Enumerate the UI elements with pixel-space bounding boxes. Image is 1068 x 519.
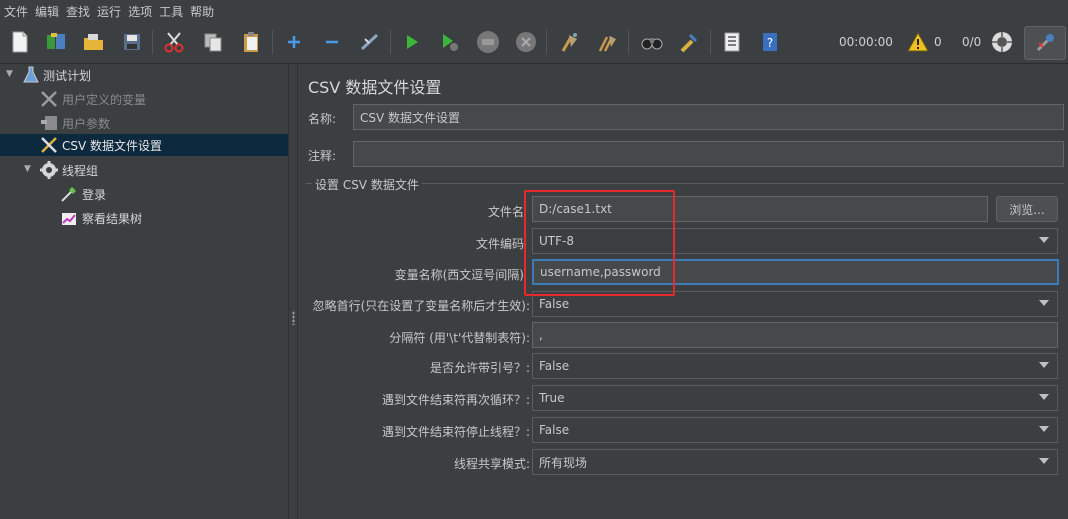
comment-label: 注释: <box>308 149 337 163</box>
page-title: CSV 数据文件设置 <box>308 78 442 97</box>
delimiter-label: 分隔符 (用'\t'代替制表符): <box>389 331 530 345</box>
recycle-on-eof-select[interactable]: True <box>532 385 1058 411</box>
chevron-down-icon[interactable] <box>1039 458 1049 464</box>
tools-icon <box>40 90 58 108</box>
function-helper-icon[interactable] <box>720 30 744 54</box>
delimiter-input[interactable]: , <box>532 322 1058 348</box>
menu-bar: 文件 编辑 查找 运行 选项 工具 帮助 <box>0 0 1068 22</box>
collapse-icon[interactable] <box>320 30 344 54</box>
shutdown-icon[interactable] <box>514 30 538 54</box>
menu-run[interactable]: 运行 <box>97 3 121 20</box>
tree-item-user-defined-variables[interactable]: 用户定义的变量 <box>0 88 288 110</box>
chevron-down-icon[interactable] <box>1039 426 1049 432</box>
annotation-highlight-box <box>524 190 675 296</box>
clear-icon[interactable] <box>558 30 582 54</box>
ignore-first-line-value: False <box>539 297 570 311</box>
pipette-icon <box>60 185 78 203</box>
menu-tools[interactable]: 工具 <box>159 3 183 20</box>
chart-icon <box>60 209 78 227</box>
stop-thread-on-eof-label: 遇到文件结束符停止线程？: <box>381 425 530 439</box>
menu-edit[interactable]: 编辑 <box>35 3 59 20</box>
toggle-icon[interactable] <box>358 30 382 54</box>
active-threads: 0/0 <box>962 35 982 49</box>
allow-quoted-value: False <box>539 359 570 373</box>
chevron-down-icon[interactable] <box>1039 237 1049 243</box>
recycle-on-eof-label: 遇到文件结束符再次循环？: <box>381 393 530 407</box>
menu-file[interactable]: 文件 <box>4 3 28 20</box>
templates-icon[interactable] <box>44 30 68 54</box>
filename-label: 文件名 <box>487 205 524 219</box>
comment-input[interactable] <box>353 141 1064 167</box>
tree-item-view-results-tree[interactable]: 察看结果树 <box>0 207 288 229</box>
search-binoculars-icon[interactable] <box>640 30 664 54</box>
gear-icon <box>40 161 58 179</box>
elapsed-timer: 00:00:00 <box>839 35 893 49</box>
csv-config-panel: CSV 数据文件设置 名称: CSV 数据文件设置 注释: 设置 CSV 数据文… <box>298 64 1068 519</box>
group-border <box>306 183 312 184</box>
menu-options[interactable]: 选项 <box>128 3 152 20</box>
chevron-down-icon[interactable] <box>1039 300 1049 306</box>
recycle-on-eof-value: True <box>539 391 565 405</box>
tools-icon <box>40 136 58 154</box>
test-plan-flask-icon <box>22 66 40 84</box>
tree-item-user-parameters[interactable]: 用户参数 <box>0 112 288 134</box>
stop-icon[interactable] <box>476 30 500 54</box>
expand-icon[interactable] <box>282 30 306 54</box>
tree-item-thread-group[interactable]: ▼ 线程组 <box>0 159 288 181</box>
open-icon[interactable] <box>82 30 106 54</box>
copy-icon[interactable] <box>201 30 225 54</box>
reset-search-icon[interactable] <box>677 30 701 54</box>
file-encoding-label: 文件编码 <box>475 237 524 251</box>
remote-icon[interactable] <box>990 30 1014 54</box>
name-label: 名称: <box>308 112 337 126</box>
paste-icon[interactable] <box>239 30 263 54</box>
new-icon[interactable] <box>8 30 32 54</box>
drag-grip-icon[interactable] <box>292 311 295 325</box>
log-viewer-button[interactable] <box>1024 26 1066 60</box>
expand-arrow-icon[interactable]: ▼ <box>6 69 13 79</box>
ignore-first-line-label: 忽略首行(只在设置了变量名称后才生效): <box>312 299 530 313</box>
svg-text:?: ? <box>767 36 773 50</box>
test-plan-tree: ▼ 测试计划 用户定义的变量 用户参数 CSV 数据文件设置 ▼ 线程组 登录 <box>0 64 288 519</box>
help-icon[interactable]: ? <box>758 30 782 54</box>
chevron-down-icon[interactable] <box>1039 362 1049 368</box>
sharing-mode-select[interactable]: 所有现场 <box>532 449 1058 475</box>
sharing-mode-value: 所有现场 <box>539 455 588 470</box>
start-no-pause-icon[interactable] <box>438 30 462 54</box>
toolbar: ? 00:00:00 0 0/0 <box>0 22 1068 64</box>
save-icon[interactable] <box>120 30 144 54</box>
preprocessor-icon <box>40 114 58 132</box>
start-icon[interactable] <box>400 30 424 54</box>
split-pane-divider[interactable] <box>288 64 298 519</box>
menu-help[interactable]: 帮助 <box>190 3 214 20</box>
clear-all-icon[interactable] <box>596 30 620 54</box>
cut-icon[interactable] <box>162 30 186 54</box>
tree-item-test-plan[interactable]: ▼ 测试计划 <box>0 64 288 86</box>
menu-search[interactable]: 查找 <box>66 3 90 20</box>
browse-button[interactable]: 浏览... <box>996 196 1058 222</box>
group-border <box>422 183 1064 184</box>
tree-item-login-sampler[interactable]: 登录 <box>0 183 288 205</box>
expand-arrow-icon[interactable]: ▼ <box>24 164 31 174</box>
warning-icon[interactable] <box>906 30 930 54</box>
allow-quoted-label: 是否允许带引号？: <box>429 361 530 375</box>
sharing-mode-label: 线程共享模式: <box>453 457 530 471</box>
allow-quoted-select[interactable]: False <box>532 353 1058 379</box>
stop-thread-on-eof-value: False <box>539 423 570 437</box>
variable-names-label: 变量名称(西文逗号间隔) <box>394 268 524 282</box>
chevron-down-icon[interactable] <box>1039 394 1049 400</box>
warning-count: 0 <box>934 35 942 49</box>
stop-thread-on-eof-select[interactable]: False <box>532 417 1058 443</box>
tree-item-csv-data-set[interactable]: CSV 数据文件设置 <box>0 134 288 156</box>
group-title: 设置 CSV 数据文件 <box>315 178 419 192</box>
name-input[interactable]: CSV 数据文件设置 <box>353 104 1064 130</box>
